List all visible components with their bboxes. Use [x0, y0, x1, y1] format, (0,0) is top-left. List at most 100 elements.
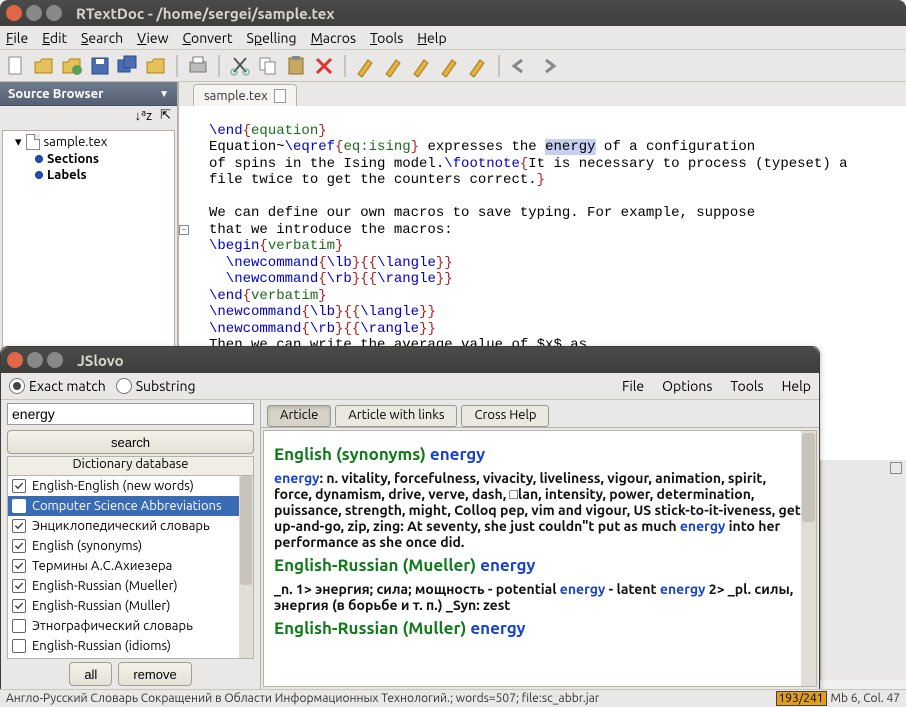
collapse-icon[interactable]: ▾	[15, 135, 22, 150]
minimize-icon[interactable]	[26, 5, 42, 21]
maximize-icon[interactable]	[46, 5, 62, 21]
tree-file[interactable]: ▾ sample.tex	[3, 133, 174, 151]
checkbox[interactable]	[12, 579, 26, 593]
save-icon[interactable]	[88, 54, 112, 78]
menu-convert[interactable]: Convert	[182, 30, 232, 46]
sort-alpha-icon[interactable]: ↓ªz	[135, 108, 153, 126]
checkbox[interactable]	[12, 479, 26, 493]
brush3-icon[interactable]	[410, 54, 434, 78]
tab-article[interactable]: Article	[267, 405, 331, 427]
scrollbar[interactable]	[801, 431, 816, 686]
menu-help[interactable]: Help	[417, 30, 446, 46]
jslovo-menu-file[interactable]: File	[622, 378, 644, 394]
dict-label: Computer Science Abbreviations	[32, 499, 222, 513]
file-icon	[26, 134, 40, 150]
article-view: English (synonyms) energy energy: n. vit…	[263, 430, 817, 687]
dict-row[interactable]: Энциклопедический словарь	[8, 516, 253, 536]
dict-label: Энциклопедический словарь	[32, 519, 210, 533]
window-title: RTextDoc - /home/sergei/sample.tex	[76, 5, 334, 22]
jslovo-title: JSlovo	[77, 352, 124, 369]
tab-sample[interactable]: sample.tex	[193, 84, 297, 106]
dict-row[interactable]: Этнографический словарь	[8, 616, 253, 636]
close-icon[interactable]	[6, 5, 22, 21]
print-icon[interactable]	[186, 54, 210, 78]
tab-cross-help[interactable]: Cross Help	[461, 405, 549, 427]
menubar: File Edit Search View Convert Spelling M…	[0, 26, 906, 50]
code-editor[interactable]: –\end{equation} Equation~\eqref{eq:ising…	[179, 106, 906, 370]
paste-icon[interactable]	[284, 54, 308, 78]
dict-row[interactable]: English-English (new words)	[8, 476, 253, 496]
scrollbar[interactable]	[239, 476, 253, 658]
menu-edit[interactable]: Edit	[42, 30, 67, 46]
dict-row[interactable]: Термины А.С.Ахиезера	[8, 556, 253, 576]
statusbar: Англо-Русский Словарь Сокращений в Облас…	[0, 689, 906, 707]
undo-icon[interactable]	[508, 54, 532, 78]
bullet-icon	[35, 155, 43, 163]
checkbox[interactable]	[12, 639, 26, 653]
jslovo-menu-tools[interactable]: Tools	[730, 378, 763, 394]
search-button[interactable]: search	[7, 430, 254, 454]
status-text: Англо-Русский Словарь Сокращений в Облас…	[6, 692, 599, 705]
jslovo-titlebar: JSlovo	[1, 347, 819, 373]
brush1-icon[interactable]	[354, 54, 378, 78]
open-icon[interactable]	[32, 54, 56, 78]
brush5-icon[interactable]	[466, 54, 490, 78]
close-icon[interactable]	[7, 352, 23, 368]
dict-row[interactable]: English (synonyms)	[8, 536, 253, 556]
file-icon	[274, 89, 286, 103]
menu-file[interactable]: File	[6, 30, 28, 46]
dict-list: English-English (new words) Computer Scie…	[7, 476, 254, 659]
tree-file-label: sample.tex	[44, 135, 108, 149]
menu-macros[interactable]: Macros	[311, 30, 356, 46]
radio-exact-label: Exact match	[29, 378, 106, 394]
jslovo-menu-options[interactable]: Options	[662, 378, 712, 394]
radio-substring-label: Substring	[136, 378, 196, 394]
source-browser-header: Source Browser ▼	[0, 82, 177, 106]
dict-label: Этнографический словарь	[32, 619, 193, 633]
menu-tools[interactable]: Tools	[370, 30, 403, 46]
brush2-icon[interactable]	[382, 54, 406, 78]
checkbox[interactable]	[12, 619, 26, 633]
recent-icon[interactable]	[60, 54, 84, 78]
chevron-down-icon[interactable]: ▼	[159, 88, 169, 100]
dict-row[interactable]: English-Russian (idioms)	[8, 636, 253, 656]
dict-row[interactable]: English-Russian (Mueller)	[8, 576, 253, 596]
menu-search[interactable]: Search	[81, 30, 123, 46]
tab-article-links[interactable]: Article with links	[335, 405, 457, 427]
checkbox[interactable]	[12, 499, 26, 513]
maximize-icon[interactable]	[47, 352, 63, 368]
folder-icon[interactable]	[144, 54, 168, 78]
jslovo-menu-help[interactable]: Help	[782, 378, 811, 394]
radio-substring[interactable]	[116, 378, 132, 394]
fold-icon[interactable]: –	[179, 225, 189, 235]
menu-view[interactable]: View	[137, 30, 168, 46]
minimize-icon[interactable]	[27, 352, 43, 368]
dict-row[interactable]: English-Russian (Muller)	[8, 596, 253, 616]
dict-row[interactable]: Computer Science Abbreviations	[8, 496, 253, 516]
checkbox[interactable]	[12, 559, 26, 573]
search-input[interactable]	[7, 403, 254, 425]
checkbox[interactable]	[12, 539, 26, 553]
redo-icon[interactable]	[536, 54, 560, 78]
tree-icon[interactable]: ⇱	[160, 108, 171, 126]
cursor-pos: Mb 6, Col. 47	[831, 692, 900, 705]
cut-icon[interactable]	[228, 54, 252, 78]
brush4-icon[interactable]	[438, 54, 462, 78]
new-icon[interactable]	[4, 54, 28, 78]
remove-button[interactable]: remove	[118, 662, 191, 686]
jslovo-window: JSlovo Exact match Substring File Option…	[0, 346, 820, 690]
pin-icon[interactable]	[890, 462, 902, 474]
copy-icon[interactable]	[256, 54, 280, 78]
delete-icon[interactable]	[312, 54, 336, 78]
tree-sections[interactable]: Sections	[3, 151, 174, 167]
checkbox[interactable]	[12, 519, 26, 533]
menu-spelling[interactable]: Spelling	[247, 30, 297, 46]
radio-exact[interactable]	[9, 378, 25, 394]
dict-label: Термины А.С.Ахиезера	[32, 559, 172, 573]
checkbox[interactable]	[12, 599, 26, 613]
dict-label: English-Russian (Muller)	[32, 599, 170, 613]
tree-labels[interactable]: Labels	[3, 167, 174, 183]
dict-header: Dictionary database	[7, 456, 254, 476]
saveall-icon[interactable]	[116, 54, 140, 78]
all-button[interactable]: all	[69, 662, 112, 686]
